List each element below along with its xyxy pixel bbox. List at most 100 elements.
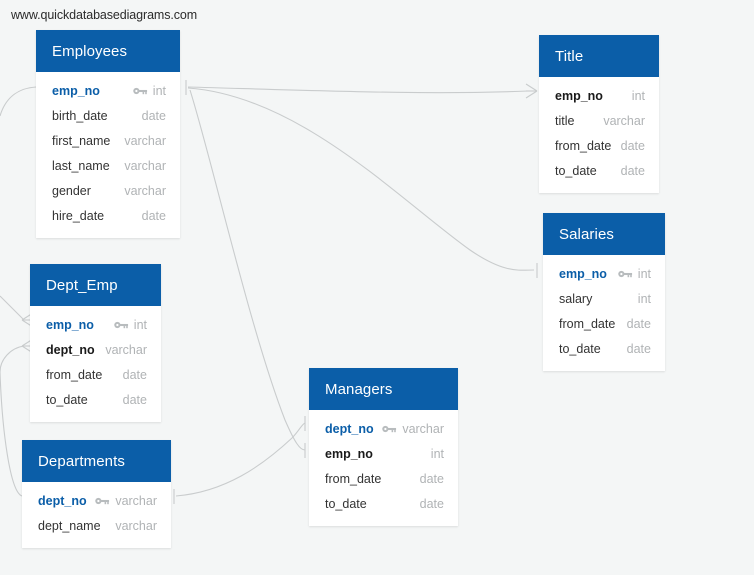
- field-name: emp_no: [52, 83, 100, 98]
- table-fields-employees: emp_no int birth_date date first_name varcha…: [36, 72, 180, 238]
- table-card-departments[interactable]: Departments dept_no varchar dept_name varch…: [22, 440, 171, 548]
- field-row[interactable]: from_date date: [543, 311, 665, 336]
- field-name: from_date: [559, 316, 616, 331]
- field-type: varchar: [124, 183, 166, 198]
- field-row[interactable]: last_name varchar: [36, 153, 180, 178]
- field-name: from_date: [555, 138, 612, 153]
- field-name: last_name: [52, 158, 110, 173]
- site-watermark: www.quickdatabasediagrams.com: [11, 8, 198, 22]
- field-type: varchar: [115, 493, 157, 508]
- key-icon: [133, 86, 148, 96]
- field-name: from_date: [46, 367, 103, 382]
- edge-employees-managers: [189, 89, 306, 451]
- table-card-title[interactable]: Title emp_no int title varchar from_date date t…: [539, 35, 659, 193]
- field-row[interactable]: emp_no int: [539, 83, 659, 108]
- field-row[interactable]: to_date date: [539, 158, 659, 183]
- field-name: first_name: [52, 133, 111, 148]
- field-type: int: [637, 291, 651, 306]
- field-type: int: [430, 446, 444, 461]
- field-type: date: [122, 367, 147, 382]
- field-type: int: [152, 83, 166, 98]
- field-type: varchar: [124, 133, 166, 148]
- key-icon: [95, 496, 110, 506]
- field-row[interactable]: from_date date: [309, 466, 458, 491]
- field-type: date: [620, 163, 645, 178]
- field-type: varchar: [402, 421, 444, 436]
- field-name: salary: [559, 291, 593, 306]
- field-row[interactable]: first_name varchar: [36, 128, 180, 153]
- edge-departments-deptemp: [0, 345, 25, 497]
- field-name: dept_no: [38, 493, 87, 508]
- field-row[interactable]: birth_date date: [36, 103, 180, 128]
- edge-employees-title: [187, 86, 529, 94]
- field-row[interactable]: dept_no varchar: [309, 416, 458, 441]
- edge-departments-managers: [175, 422, 306, 497]
- field-name: hire_date: [52, 208, 105, 223]
- field-name: to_date: [555, 163, 597, 178]
- table-title-departments: Departments: [22, 440, 171, 482]
- table-fields-title: emp_no int title varchar from_date date to_dat…: [539, 77, 659, 193]
- field-type: date: [626, 316, 651, 331]
- field-name: dept_no: [325, 421, 374, 436]
- table-fields-departments: dept_no varchar dept_name varchar: [22, 482, 171, 548]
- field-name: dept_no: [46, 342, 95, 357]
- key-icon: [114, 320, 129, 330]
- table-card-dept_emp[interactable]: Dept_Emp emp_no int dept_no varchar from_dat…: [30, 264, 161, 422]
- field-row[interactable]: emp_no int: [309, 441, 458, 466]
- field-row[interactable]: to_date date: [543, 336, 665, 361]
- table-card-employees[interactable]: Employees emp_no int birth_date date first_n…: [36, 30, 180, 238]
- edge-deptemp-emp-left: [0, 295, 25, 321]
- field-name: birth_date: [52, 108, 108, 123]
- field-name: gender: [52, 183, 91, 198]
- field-type: date: [141, 208, 166, 223]
- table-fields-dept_emp: emp_no int dept_no varchar from_date date to_…: [30, 306, 161, 422]
- field-type: date: [419, 496, 444, 511]
- edge-employees-salaries: [187, 87, 535, 271]
- table-card-managers[interactable]: Managers dept_no varchar emp_no int from_dat…: [309, 368, 458, 526]
- field-row[interactable]: from_date date: [539, 133, 659, 158]
- field-row[interactable]: salary int: [543, 286, 665, 311]
- field-row[interactable]: dept_no varchar: [30, 337, 161, 362]
- table-title-title: Title: [539, 35, 659, 77]
- field-name: to_date: [325, 496, 367, 511]
- field-name: dept_name: [38, 518, 101, 533]
- field-row[interactable]: title varchar: [539, 108, 659, 133]
- key-icon: [382, 424, 397, 434]
- field-row[interactable]: emp_no int: [543, 261, 665, 286]
- table-title-dept_emp: Dept_Emp: [30, 264, 161, 306]
- field-type: date: [620, 138, 645, 153]
- field-row[interactable]: from_date date: [30, 362, 161, 387]
- field-row[interactable]: dept_name varchar: [22, 513, 171, 538]
- field-row[interactable]: gender varchar: [36, 178, 180, 203]
- field-type: date: [626, 341, 651, 356]
- field-row[interactable]: dept_no varchar: [22, 488, 171, 513]
- field-name: to_date: [46, 392, 88, 407]
- edge-employees-deptemp: [0, 86, 37, 117]
- field-type: date: [419, 471, 444, 486]
- field-row[interactable]: to_date date: [30, 387, 161, 412]
- field-type: date: [141, 108, 166, 123]
- erd-canvas: www.quickdatabasediagrams.com Employees …: [0, 0, 754, 575]
- table-fields-salaries: emp_no int salary int from_date date to_date d…: [543, 255, 665, 371]
- field-row[interactable]: emp_no int: [36, 78, 180, 103]
- field-type: date: [122, 392, 147, 407]
- table-title-employees: Employees: [36, 30, 180, 72]
- field-name: to_date: [559, 341, 601, 356]
- field-row[interactable]: to_date date: [309, 491, 458, 516]
- field-name: emp_no: [559, 266, 607, 281]
- table-card-salaries[interactable]: Salaries emp_no int salary int from_date date…: [543, 213, 665, 371]
- table-fields-managers: dept_no varchar emp_no int from_date date to_…: [309, 410, 458, 526]
- field-type: int: [637, 266, 651, 281]
- field-row[interactable]: emp_no int: [30, 312, 161, 337]
- table-title-salaries: Salaries: [543, 213, 665, 255]
- field-type: int: [133, 317, 147, 332]
- field-name: from_date: [325, 471, 382, 486]
- field-type: int: [631, 88, 645, 103]
- table-title-managers: Managers: [309, 368, 458, 410]
- field-name: title: [555, 113, 575, 128]
- field-name: emp_no: [325, 446, 373, 461]
- field-name: emp_no: [555, 88, 603, 103]
- field-row[interactable]: hire_date date: [36, 203, 180, 228]
- field-type: varchar: [603, 113, 645, 128]
- field-type: varchar: [105, 342, 147, 357]
